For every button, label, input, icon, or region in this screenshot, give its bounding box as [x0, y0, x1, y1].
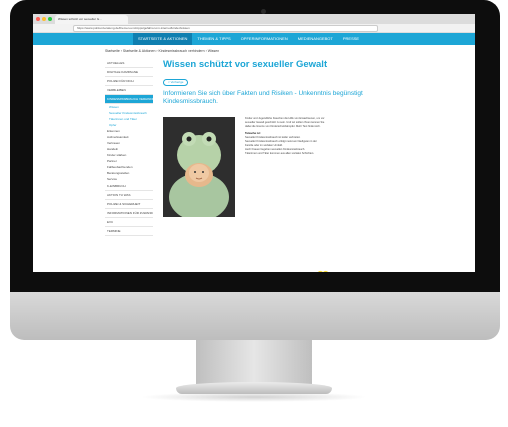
nav-item-themen[interactable]: THEMEN & TIPPS: [192, 33, 235, 45]
heart-icon: [317, 270, 329, 272]
sidebar-item-polizei[interactable]: POLIZEI FÜR DICH: [105, 77, 153, 86]
nav-item-opferinformationen[interactable]: OPFERINFORMATIONEN: [236, 33, 293, 45]
sidebar-item-k-einbruch[interactable]: K-EINBRUCH: [105, 182, 153, 191]
address-bar[interactable]: https://www.polizei-beratung.de/themen-u…: [73, 25, 378, 32]
browser-urlbar: https://www.polizei-beratung.de/themen-u…: [33, 24, 475, 33]
sidebar-item-zuwanderer[interactable]: INFORMATIONEN FÜR ZUWANDERER: [105, 209, 153, 218]
nav-item-startseite[interactable]: STARTSEITE & AKTIONEN: [133, 33, 193, 45]
monitor-chin: [10, 292, 500, 340]
maximize-window-icon[interactable]: [48, 17, 52, 21]
sidebar-item-aktuelles[interactable]: AKTUELLES: [105, 59, 153, 68]
sidebar-item-polizei-sicherheit[interactable]: POLIZEI & SICHERHEIT: [105, 200, 153, 209]
sidebar-item-aktion-tu-was[interactable]: AKTION TU WAS: [105, 191, 153, 200]
monitor-foot: [176, 382, 332, 394]
main-content: Wissen schützt vor sexueller Gewalt < Vo…: [163, 59, 393, 272]
fact-item: Täterinnen und Täter kommen aus allen so…: [245, 152, 315, 155]
page-content: Startseite › Startseite & Aktionen › Kin…: [33, 45, 475, 272]
browser-tabbar: Wissen schützt vor sexueller G...: [33, 14, 475, 24]
sidebar-item-evc[interactable]: EVC: [105, 218, 153, 227]
sidebar-item-digitale-kampagne[interactable]: DIGITALE KAMPAGNE: [105, 68, 153, 77]
fact-item: Sexueller Kindesmissbrauch erfolgt meist…: [245, 140, 317, 147]
top-navigation: STARTSEITE & AKTIONEN THEMEN & TIPPS OPF…: [33, 33, 475, 45]
close-window-icon[interactable]: [36, 17, 40, 21]
page-title: Wissen schützt vor sexueller Gewalt: [163, 59, 328, 70]
sidebar-item-termine[interactable]: TERMINE: [105, 227, 153, 236]
frog-plush-image: [163, 117, 235, 217]
imac-mockup: Wissen schützt vor sexueller G... https:…: [0, 0, 508, 427]
minimize-window-icon[interactable]: [42, 17, 46, 21]
sidebar: AKTUELLES DIGITALE KAMPAGNE POLIZEI FÜR …: [105, 59, 153, 236]
frog-plush-icon: [163, 117, 235, 217]
monitor-stand: [196, 340, 312, 386]
nav-item-presse[interactable]: PRESSE: [338, 33, 364, 45]
nav-item-medienangebot[interactable]: MEDIENANGEBOT: [293, 33, 338, 45]
breadcrumb[interactable]: Startseite › Startseite & Aktionen › Kin…: [105, 49, 219, 53]
screen: Wissen schützt vor sexueller G... https:…: [33, 14, 475, 272]
article-text: Kinder und Jugendliche brauchen die Hilf…: [245, 117, 325, 156]
page-subtitle: Informieren Sie sich über Fakten und Ris…: [163, 90, 363, 105]
sidebar-item-kindesmissbrauch[interactable]: KINDESMISSBRAUCH VERHINDERN: [105, 95, 153, 104]
article-paragraph: Kinder und Jugendliche brauchen die Hilf…: [245, 117, 325, 128]
back-button[interactable]: < Vorherige: [163, 79, 189, 86]
sidebar-item-verbleiben[interactable]: VERBLEIBEN: [105, 86, 153, 95]
browser-tab[interactable]: Wissen schützt vor sexueller G...: [55, 15, 128, 24]
